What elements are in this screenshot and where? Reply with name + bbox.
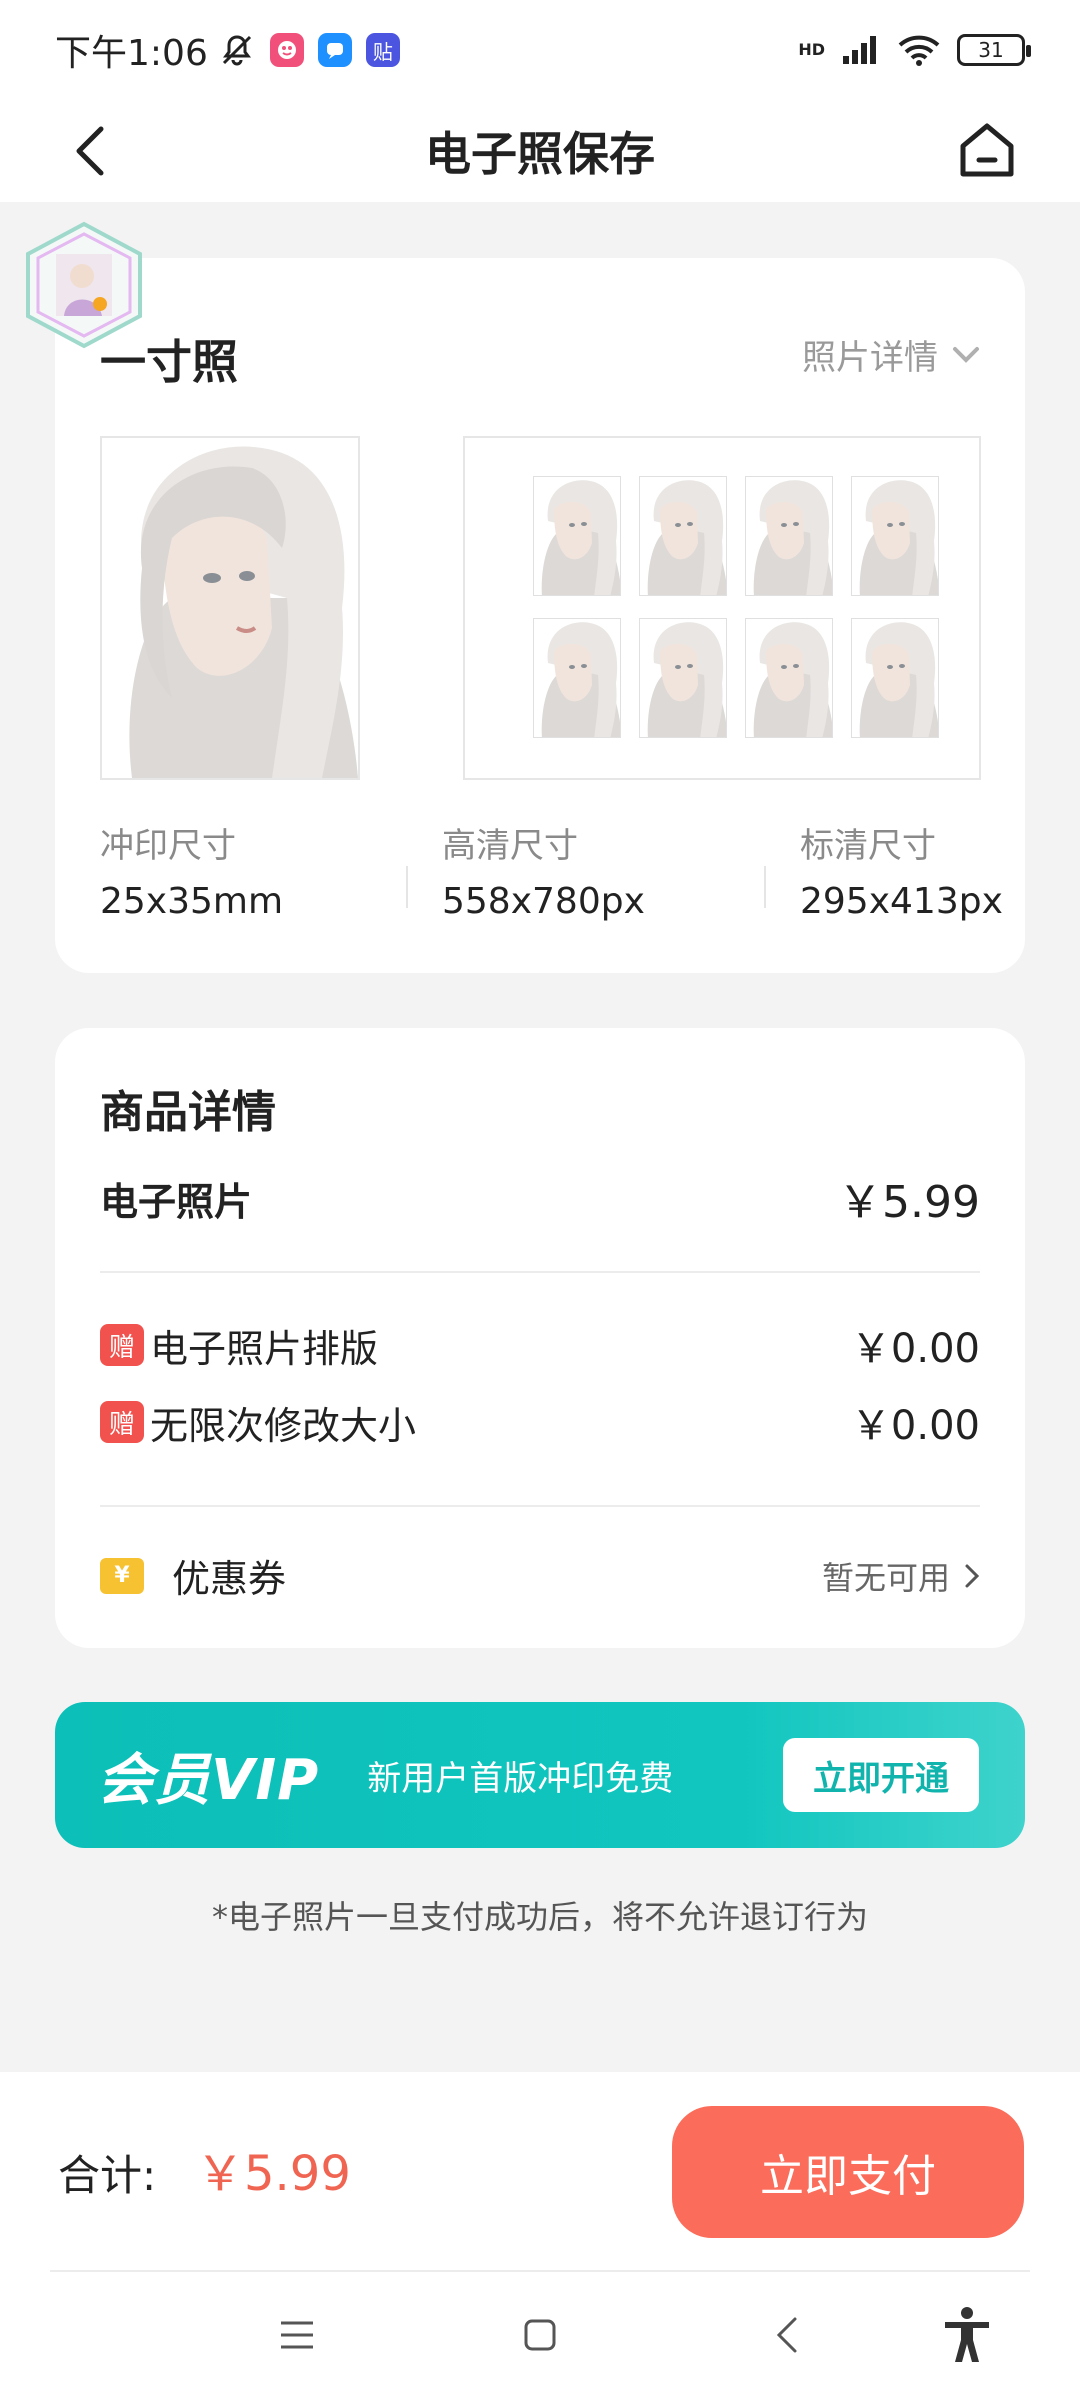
divider [100,1271,980,1273]
tieba-icon: 贴 [365,33,400,67]
id-photo-preview[interactable] [100,436,360,780]
gift-price: ￥0.00 [850,1403,980,1449]
back-icon [776,2317,797,2353]
coupon-status: 暂无可用 [822,1553,980,1599]
vip-promo-text: 新用户首版冲印免费 [367,1758,674,1799]
vip-logo: 会员VIP [97,1747,320,1813]
chevron-left-icon [76,126,104,176]
size-label: 标清尺寸 [800,826,936,866]
chevron-down-icon [953,346,979,363]
layout-sheet-preview[interactable] [463,436,981,780]
layout-photo [745,476,833,596]
notification-icons: 贴 [269,33,400,67]
layout-photo [851,476,939,596]
section-title: 商品详情 [100,1087,276,1138]
gift-row: 赠 电子照片排版 ￥0.00 [100,1316,980,1374]
size-label: 高清尺寸 [442,826,578,866]
back-button[interactable] [60,118,120,184]
chevron-right-icon [965,1564,980,1587]
accessibility-button[interactable] [932,2300,1002,2370]
size-specs: 冲印尺寸 25x35mm 高清尺寸 558x780px 标清尺寸 295x413… [100,818,1003,928]
menu-icon [281,2321,313,2349]
layout-photo [533,618,621,738]
coupon-icon: ¥ [100,1557,144,1594]
signal-icon [841,34,881,66]
vip-banner[interactable]: 会员VIP 新用户首版冲印免费 立即开通 [55,1702,1025,1848]
divider [764,866,766,908]
mute-icon [218,31,256,69]
battery-indicator: 31 [957,34,1031,66]
coupon-row[interactable]: ¥ 优惠券 暂无可用 [100,1548,980,1603]
nav-bar: 电子照保存 [0,100,1080,202]
coupon-status-text: 暂无可用 [821,1558,950,1597]
menu-button[interactable] [262,2300,332,2370]
system-nav-bar [0,2272,1080,2400]
square-icon [524,2319,556,2351]
size-value: 558x780px [442,881,645,922]
page-title: 电子照保存 [425,127,655,181]
layout-photo [533,476,621,596]
photo-card: 一寸照 照片详情 冲印尺寸 25x35mm 高清尺寸 558x780px 标清尺… [55,258,1025,973]
photo-detail-label: 照片详情 [802,338,938,378]
size-label: 冲印尺寸 [100,826,236,866]
gift-row: 赠 无限次修改大小 ￥0.00 [100,1393,980,1451]
wifi-icon [897,33,941,67]
layout-photo [851,618,939,738]
hd-size: 高清尺寸 558x780px [442,818,645,922]
total-price: ￥5.99 [196,2146,351,2202]
item-price: ￥5.99 [838,1177,980,1228]
back-nav-button[interactable] [752,2300,822,2370]
status-time: 下午1:06 [55,33,208,74]
gift-badge: 赠 [100,1401,144,1443]
vip-open-button[interactable]: 立即开通 [783,1738,979,1812]
size-value: 25x35mm [100,881,284,922]
pay-now-button[interactable]: 立即支付 [672,2106,1024,2238]
app-red-icon [269,33,304,67]
item-label: 电子照片 [100,1179,253,1224]
home-nav-button[interactable] [505,2300,575,2370]
print-size: 冲印尺寸 25x35mm [100,818,283,922]
layout-grid [533,476,939,738]
home-icon [960,123,1014,177]
product-detail-card: 商品详情 电子照片 ￥5.99 赠 电子照片排版 ￥0.00 赠 无限次修改大小… [55,1028,1025,1648]
layout-photo [639,476,727,596]
hd-label: HD [798,40,825,59]
photo-detail-toggle[interactable]: 照片详情 [802,330,980,379]
gift-label: 电子照片排版 [150,1326,379,1371]
layout-photo [639,618,727,738]
coupon-label: 优惠券 [172,1557,287,1601]
pay-bar: 合计: ￥5.99 立即支付 [0,2072,1080,2272]
divider [406,866,408,908]
divider [100,1505,980,1507]
accessibility-icon [945,2307,989,2362]
gift-label: 无限次修改大小 [150,1403,417,1448]
sticker-image [26,221,142,349]
home-button[interactable] [952,114,1022,186]
sd-size: 标清尺寸 295x413px [800,818,1003,922]
gift-price: ￥0.00 [850,1326,980,1372]
size-value: 295x413px [800,881,1003,922]
total-label: 合计: [58,2151,157,2200]
app-blue-icon [317,33,352,67]
gift-badge: 赠 [100,1324,144,1366]
status-right: HD 31 [798,33,1031,67]
refund-notice: *电子照片一旦支付成功后，将不允许退订行为 [211,1898,868,1936]
status-bar: 下午1:06 贴 HD 31 [0,0,1080,100]
main-item-row: 电子照片 ￥5.99 [100,1166,980,1230]
floating-sticker[interactable] [20,220,148,350]
layout-photo [745,618,833,738]
portrait-image [102,438,358,778]
